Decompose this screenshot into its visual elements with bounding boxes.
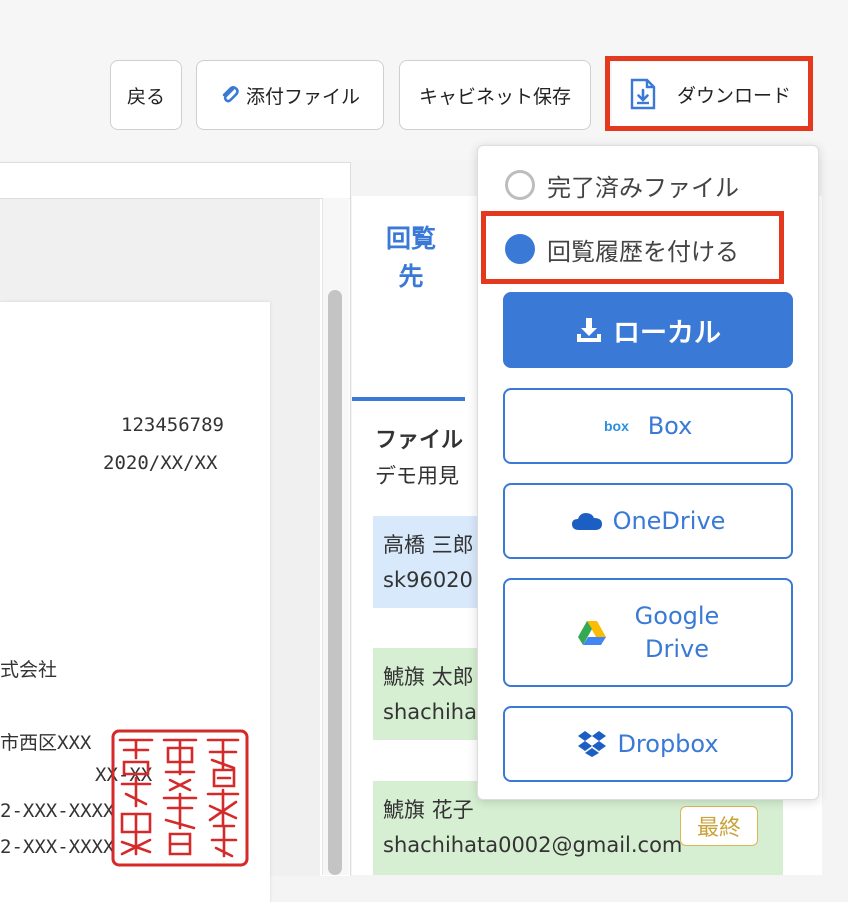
dropbox-icon [578, 731, 607, 757]
file-section-title: ファイル [375, 428, 464, 453]
tab-circulation[interactable]: 回覧先 [381, 220, 441, 296]
google-drive-label: Google Drive [635, 600, 720, 666]
onedrive-cloud-icon [571, 513, 602, 530]
radio-unchecked-icon[interactable] [505, 170, 535, 200]
local-label: ローカル [613, 317, 721, 349]
document-fax: 2-XXX-XXXX [0, 836, 115, 858]
google-drive-icon [577, 620, 606, 645]
box-label: Box [647, 412, 693, 440]
svg-text:box: box [604, 418, 629, 434]
download-onedrive-button[interactable]: OneDrive [503, 483, 793, 559]
document-address: 市西区XXX [0, 732, 92, 754]
history-option-highlight [481, 211, 784, 284]
back-button[interactable]: 戻る [110, 60, 182, 130]
google-drive-label-line2: Drive [645, 634, 709, 663]
file-name: デモ用見 [375, 464, 459, 488]
download-box-button[interactable]: box Box [503, 388, 793, 464]
viewer-header [0, 163, 350, 199]
attach-file-label: 添付ファイル [245, 85, 360, 108]
attach-file-button[interactable]: 添付ファイル [196, 60, 384, 130]
download-dropbox-button[interactable]: Dropbox [503, 706, 793, 782]
option-completed-files[interactable]: 完了済みファイル [505, 167, 739, 203]
document-date: 2020/XX/XX [103, 452, 218, 474]
onedrive-label: OneDrive [612, 507, 726, 535]
back-button-label: 戻る [126, 85, 165, 108]
box-logo-icon: box [604, 418, 629, 434]
document-phone: 2-XXX-XXXX [0, 800, 115, 822]
document-number: 123456789 [121, 414, 224, 436]
cabinet-save-label: キャビネット保存 [418, 85, 571, 108]
document-company: 式会社 [0, 659, 58, 681]
scrollbar-thumb[interactable] [328, 290, 342, 875]
paperclip-icon [222, 86, 239, 103]
download-google-drive-button[interactable]: Google Drive [503, 578, 793, 687]
cabinet-save-button[interactable]: キャビネット保存 [399, 60, 591, 130]
option-completed-label: 完了済みファイル [547, 173, 739, 202]
download-highlight [605, 56, 813, 131]
final-badge: 最終 [680, 806, 758, 846]
dropbox-label: Dropbox [617, 730, 719, 758]
company-seal-stamp [111, 729, 249, 867]
download-tray-icon [577, 318, 601, 342]
download-local-button[interactable]: ローカル [503, 292, 793, 368]
tab-active-indicator [352, 397, 465, 401]
google-drive-label-line1: Google [634, 601, 720, 630]
